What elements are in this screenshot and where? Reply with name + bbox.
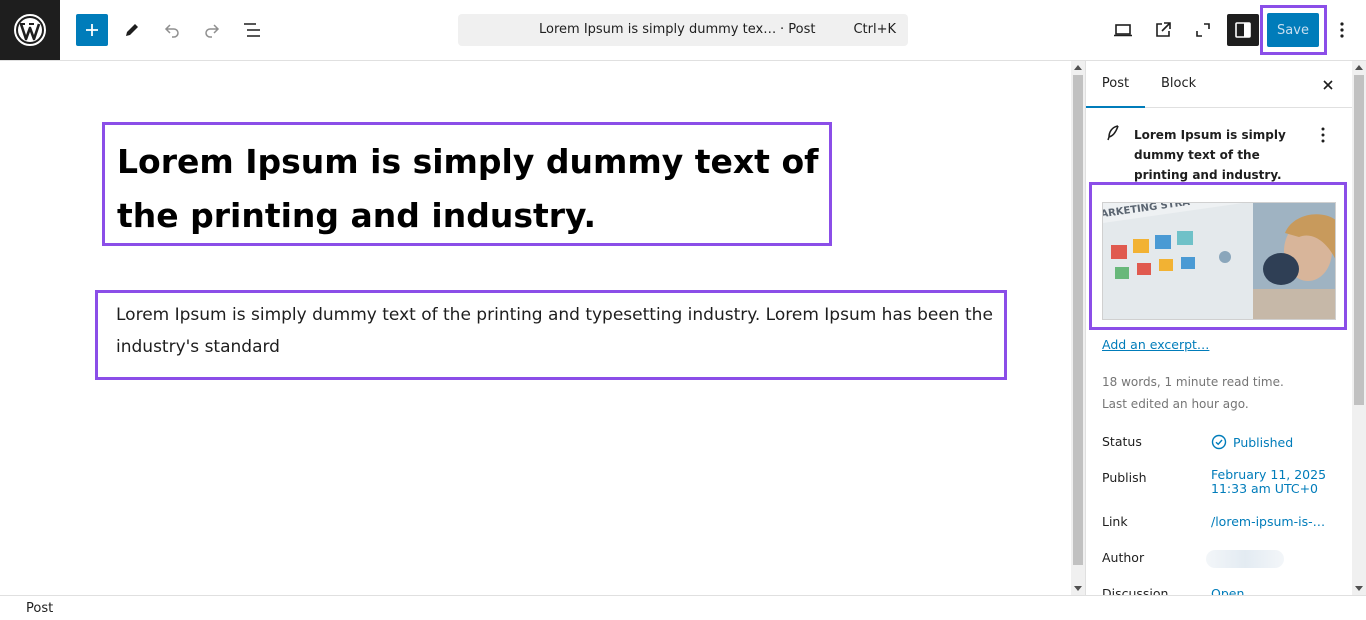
external-link-icon [1156, 22, 1171, 37]
wordpress-logo-button[interactable] [0, 0, 60, 60]
post-icon [1103, 123, 1123, 143]
fullscreen-button[interactable] [1187, 14, 1219, 46]
paragraph-text[interactable]: Lorem Ipsum is simply dummy text of the … [116, 299, 996, 363]
publish-label: Publish [1102, 470, 1147, 485]
last-edited: Last edited an hour ago. [1102, 397, 1249, 411]
tools-button[interactable] [116, 14, 148, 46]
editor-canvas: Lorem Ipsum is simply dummy text of the … [0, 61, 1071, 595]
fullscreen-icon [1196, 23, 1210, 37]
paragraph-block[interactable]: Lorem Ipsum is simply dummy text of the … [95, 290, 1007, 380]
preview-device-button[interactable] [1107, 14, 1139, 46]
quill-icon [1107, 125, 1119, 141]
settings-sidebar-toggle[interactable] [1227, 14, 1259, 46]
discussion-label: Discussion [1102, 586, 1169, 595]
scroll-down-arrow[interactable] [1074, 586, 1082, 591]
command-shortcut: Ctrl+K [853, 22, 896, 37]
scroll-down-arrow[interactable] [1355, 586, 1363, 591]
link-label: Link [1102, 514, 1128, 529]
discussion-value-button[interactable]: Open [1211, 586, 1244, 595]
tab-block[interactable]: Block [1161, 61, 1196, 108]
add-block-button[interactable] [76, 14, 108, 46]
author-value-blurred[interactable] [1206, 550, 1284, 568]
status-value: Published [1233, 435, 1294, 450]
status-label: Status [1102, 434, 1142, 449]
wordpress-icon [14, 14, 46, 46]
settings-sidebar: Post Block Lorem Ipsum is simply dummy t… [1085, 61, 1352, 595]
redo-button[interactable] [196, 14, 228, 46]
scroll-thumb[interactable] [1073, 75, 1083, 565]
permalink-button[interactable]: /lorem-ipsum-is-… [1211, 514, 1325, 529]
plus-icon [86, 24, 98, 36]
sidebar-scrollbar[interactable] [1352, 61, 1366, 595]
save-button-highlight [1260, 5, 1327, 55]
featured-image[interactable]: ARKETING STRA [1102, 202, 1336, 320]
sidebar-icon [1235, 22, 1251, 38]
close-icon [1323, 80, 1333, 90]
redo-icon [205, 24, 220, 38]
undo-button[interactable] [156, 14, 188, 46]
document-type: · Post [780, 22, 816, 37]
breadcrumb-post[interactable]: Post [26, 601, 53, 616]
editor-header: Lorem Ipsum is simply dummy text of … · … [0, 0, 1366, 61]
document-overview-button[interactable] [236, 14, 268, 46]
tab-post[interactable]: Post [1086, 61, 1145, 108]
view-post-button[interactable] [1147, 14, 1179, 46]
post-actions-button[interactable] [1313, 125, 1333, 145]
author-label: Author [1102, 550, 1145, 565]
add-excerpt-link[interactable]: Add an excerpt… [1102, 337, 1209, 352]
published-check-icon [1211, 434, 1227, 450]
command-palette-bar[interactable]: Lorem Ipsum is simply dummy text of … · … [458, 14, 908, 46]
editor-scrollbar[interactable] [1071, 61, 1085, 595]
list-view-icon [244, 23, 260, 37]
post-summary-title: Lorem Ipsum is simply dummy text of the … [1134, 128, 1286, 182]
publish-time: 11:33 am UTC+0 [1211, 481, 1319, 496]
sidebar-tabs: Post Block [1086, 61, 1352, 108]
scroll-thumb[interactable] [1354, 75, 1364, 405]
status-value-button[interactable]: Published [1211, 434, 1293, 450]
publish-date: February 11, 2025 [1211, 467, 1327, 482]
publish-date-button[interactable]: February 11, 2025 11:33 am UTC+0 [1211, 468, 1326, 496]
pencil-icon [126, 24, 138, 36]
desktop-icon [1114, 24, 1132, 37]
close-sidebar-button[interactable] [1318, 75, 1338, 95]
scroll-up-arrow[interactable] [1355, 65, 1363, 70]
featured-image-illustration: ARKETING STRA [1103, 203, 1335, 319]
post-meta: 18 words, 1 minute read time. Last edite… [1102, 371, 1342, 415]
scroll-up-arrow[interactable] [1074, 65, 1082, 70]
word-count: 18 words, 1 minute read time. [1102, 375, 1284, 389]
kebab-menu-icon [1340, 22, 1344, 38]
options-menu-button[interactable] [1326, 14, 1358, 46]
post-title-block[interactable]: Lorem Ipsum is simply dummy text of the … [102, 122, 832, 246]
kebab-menu-icon [1321, 127, 1325, 143]
undo-icon [164, 24, 179, 38]
document-title: Lorem Ipsum is simply dummy text of … [539, 22, 779, 37]
post-title[interactable]: Lorem Ipsum is simply dummy text of the … [117, 135, 827, 243]
block-breadcrumb-bar: Post [0, 595, 1366, 620]
